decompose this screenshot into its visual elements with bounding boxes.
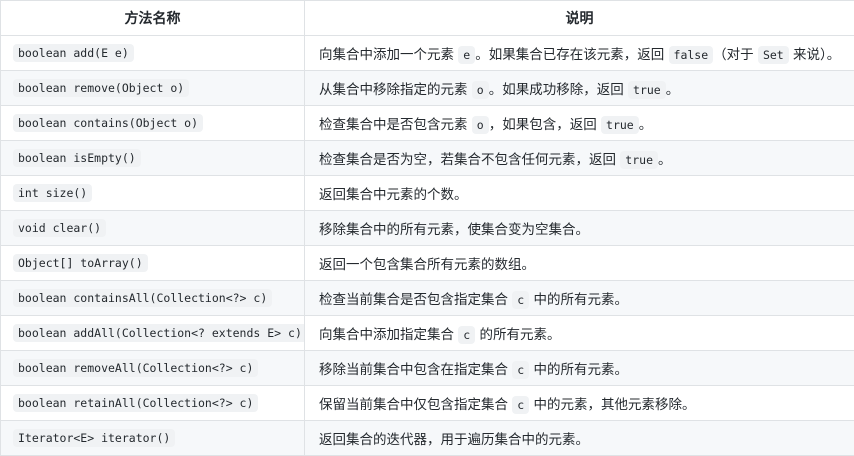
table-header-row: 方法名称 说明 [1, 1, 854, 36]
method-signature: boolean addAll(Collection<? extends E> c… [13, 324, 305, 342]
description-cell: 返回一个包含集合所有元素的数组。 [305, 246, 854, 281]
description-text: 检查当前集合是否包含指定集合 [319, 292, 512, 308]
description-text: 从集合中移除指定的元素 [319, 82, 472, 98]
table-row: Object[] toArray() 返回一个包含集合所有元素的数组。 [1, 246, 854, 281]
description-text: 返回集合的迭代器，用于遍历集合中的元素。 [319, 432, 589, 448]
table-row: Iterator<E> iterator() 返回集合的迭代器，用于遍历集合中的元… [1, 421, 854, 456]
table-row: int size() 返回集合中元素的个数。 [1, 176, 854, 211]
description-text: 。 [666, 82, 680, 98]
description-text: 检查集合中是否包含元素 [319, 117, 472, 133]
description-cell: 检查集合是否为空，若集合不包含任何元素，返回 true。 [305, 141, 854, 176]
description-text: 向集合中添加指定集合 [319, 327, 458, 343]
header-method-name: 方法名称 [1, 1, 305, 36]
inline-code: c [512, 361, 529, 379]
description-text: （对于 [713, 47, 758, 63]
method-signature: boolean remove(Object o) [13, 79, 189, 97]
method-signature: boolean contains(Object o) [13, 114, 203, 132]
description-text: ，如果包含，返回 [489, 117, 601, 133]
description-text: 。 [639, 117, 653, 133]
description-text: 的所有元素。 [475, 327, 560, 343]
method-cell: Iterator<E> iterator() [1, 421, 305, 456]
table-row: boolean isEmpty() 检查集合是否为空，若集合不包含任何元素，返回 … [1, 141, 854, 176]
inline-code: false [669, 46, 714, 64]
description-text: 。如果集合已存在该元素，返回 [475, 47, 668, 63]
description-text: 返回一个包含集合所有元素的数组。 [319, 257, 535, 273]
table-row: boolean remove(Object o) 从集合中移除指定的元素 o。如果… [1, 71, 854, 106]
method-signature: void clear() [13, 219, 106, 237]
inline-code: c [512, 291, 529, 309]
inline-code: c [512, 396, 529, 414]
method-cell: boolean add(E e) [1, 36, 305, 71]
description-text: 保留当前集合中仅包含指定集合 [319, 397, 512, 413]
method-cell: boolean addAll(Collection<? extends E> c… [1, 316, 305, 351]
table-row: boolean add(E e) 向集合中添加一个元素 e。如果集合已存在该元素，… [1, 36, 854, 71]
inline-code: e [458, 46, 475, 64]
header-description: 说明 [305, 1, 854, 36]
description-text: 移除当前集合中包含在指定集合 [319, 362, 512, 378]
description-cell: 移除当前集合中包含在指定集合 c 中的所有元素。 [305, 351, 854, 386]
table-row: boolean removeAll(Collection<?> c) 移除当前集合… [1, 351, 854, 386]
method-cell: void clear() [1, 211, 305, 246]
method-cell: boolean containsAll(Collection<?> c) [1, 281, 305, 316]
table-row: void clear() 移除集合中的所有元素，使集合变为空集合。 [1, 211, 854, 246]
description-cell: 返回集合中元素的个数。 [305, 176, 854, 211]
method-cell: boolean contains(Object o) [1, 106, 305, 141]
description-text: 。如果成功移除，返回 [489, 82, 628, 98]
method-signature: boolean containsAll(Collection<?> c) [13, 289, 272, 307]
method-cell: boolean retainAll(Collection<?> c) [1, 386, 305, 421]
method-signature: boolean add(E e) [13, 44, 134, 62]
inline-code: Set [758, 46, 789, 64]
table-row: boolean contains(Object o) 检查集合中是否包含元素 o，… [1, 106, 854, 141]
description-text: 返回集合中元素的个数。 [319, 187, 468, 203]
method-signature: boolean removeAll(Collection<?> c) [13, 359, 258, 377]
methods-table: 方法名称 说明 boolean add(E e) 向集合中添加一个元素 e。如果集… [0, 0, 854, 456]
description-cell: 从集合中移除指定的元素 o。如果成功移除，返回 true。 [305, 71, 854, 106]
method-cell: Object[] toArray() [1, 246, 305, 281]
description-cell: 保留当前集合中仅包含指定集合 c 中的元素，其他元素移除。 [305, 386, 854, 421]
description-cell: 移除集合中的所有元素，使集合变为空集合。 [305, 211, 854, 246]
inline-code: o [472, 116, 489, 134]
description-text: 向集合中添加一个元素 [319, 47, 458, 63]
method-signature: Object[] toArray() [13, 254, 148, 272]
table-row: boolean containsAll(Collection<?> c) 检查当前… [1, 281, 854, 316]
method-signature: Iterator<E> iterator() [13, 429, 175, 447]
description-text: 。 [658, 152, 672, 168]
method-signature: boolean isEmpty() [13, 149, 141, 167]
description-text: 中的所有元素。 [529, 292, 628, 308]
method-cell: boolean remove(Object o) [1, 71, 305, 106]
inline-code: true [628, 81, 666, 99]
inline-code: true [620, 151, 658, 169]
description-text: 来说）。 [789, 47, 841, 63]
description-text: 移除集合中的所有元素，使集合变为空集合。 [319, 222, 589, 238]
description-cell: 返回集合的迭代器，用于遍历集合中的元素。 [305, 421, 854, 456]
description-cell: 向集合中添加一个元素 e。如果集合已存在该元素，返回 false（对于 Set … [305, 36, 854, 71]
table-body: boolean add(E e) 向集合中添加一个元素 e。如果集合已存在该元素，… [1, 36, 854, 456]
method-cell: boolean isEmpty() [1, 141, 305, 176]
description-cell: 检查集合中是否包含元素 o，如果包含，返回 true。 [305, 106, 854, 141]
method-signature: int size() [13, 184, 92, 202]
table-row: boolean addAll(Collection<? extends E> c… [1, 316, 854, 351]
description-cell: 向集合中添加指定集合 c 的所有元素。 [305, 316, 854, 351]
inline-code: true [601, 116, 639, 134]
description-cell: 检查当前集合是否包含指定集合 c 中的所有元素。 [305, 281, 854, 316]
table-row: boolean retainAll(Collection<?> c) 保留当前集合… [1, 386, 854, 421]
method-cell: boolean removeAll(Collection<?> c) [1, 351, 305, 386]
description-text: 检查集合是否为空，若集合不包含任何元素，返回 [319, 152, 620, 168]
inline-code: o [472, 81, 489, 99]
inline-code: c [458, 326, 475, 344]
method-cell: int size() [1, 176, 305, 211]
description-text: 中的元素，其他元素移除。 [529, 397, 695, 413]
description-text: 中的所有元素。 [529, 362, 628, 378]
method-signature: boolean retainAll(Collection<?> c) [13, 394, 258, 412]
